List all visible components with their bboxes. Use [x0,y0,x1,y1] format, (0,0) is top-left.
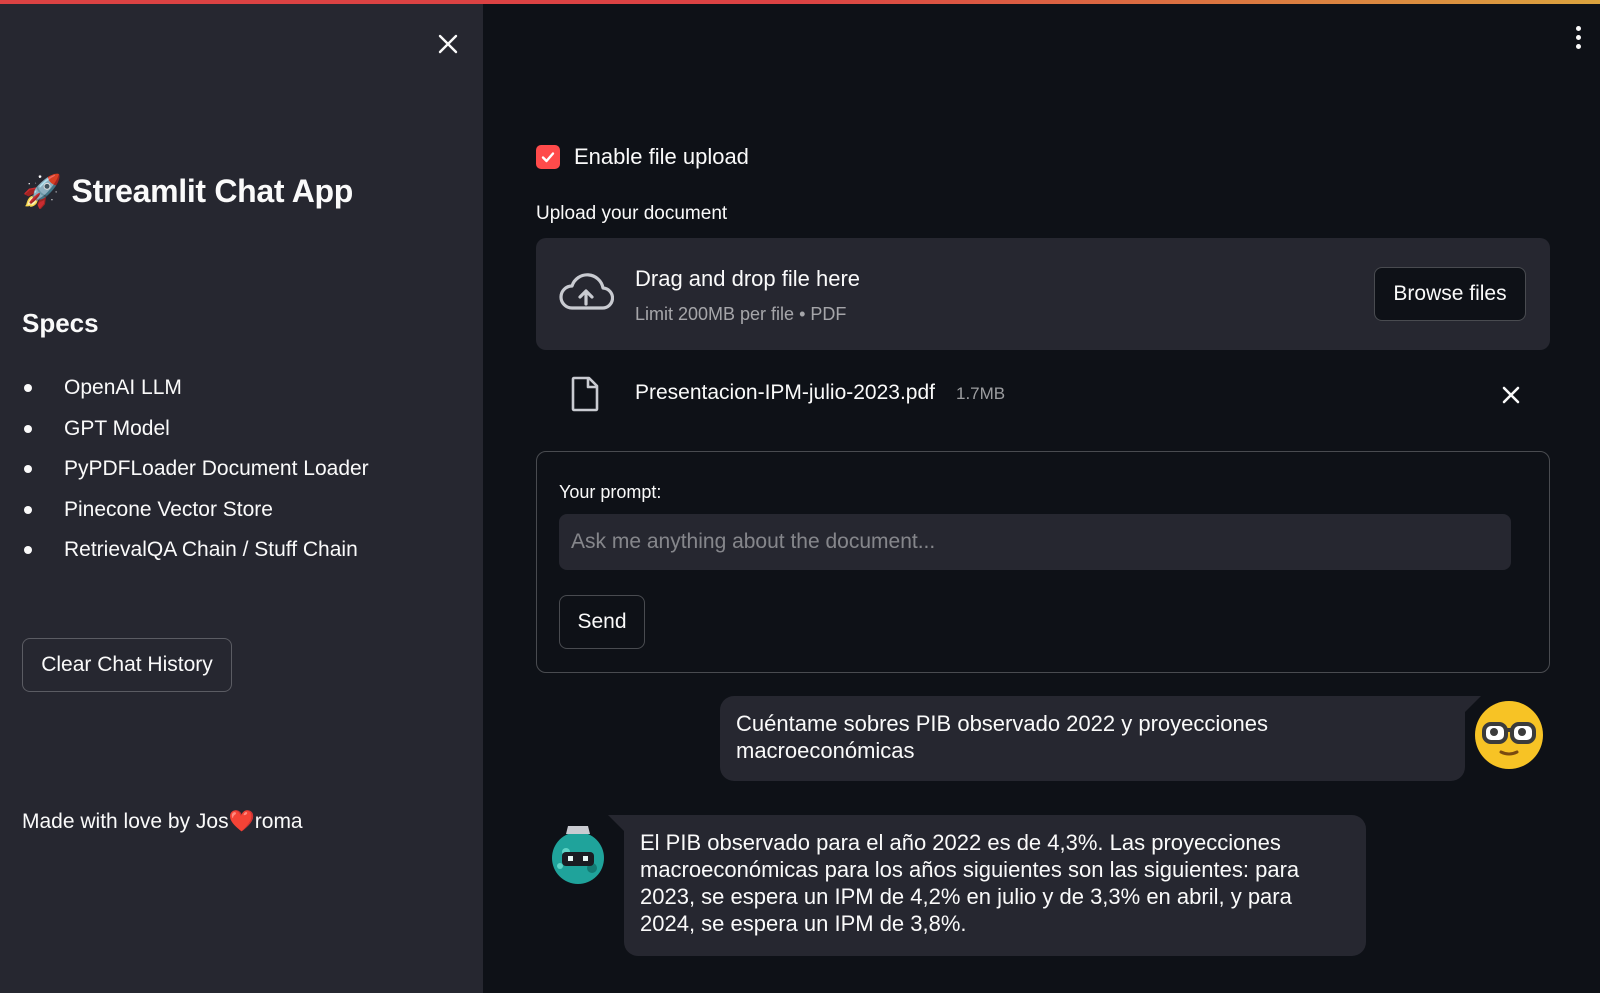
user-avatar-nerd-face-icon [1475,701,1543,769]
close-icon [1502,386,1520,404]
close-icon [438,34,458,54]
enable-file-upload-label: Enable file upload [574,144,749,169]
remove-file-button[interactable] [1496,380,1526,410]
dropzone-limit-text: Limit 200MB per file • PDF [635,304,847,324]
prompt-input[interactable] [559,514,1511,570]
bot-avatar-robot-icon [552,826,604,884]
dot-icon [1575,34,1581,40]
app-title: 🚀 Streamlit Chat App [22,172,353,210]
main-content: Enable file upload Upload your document … [536,0,1550,993]
bot-message-bubble: El PIB observado para el año 2022 es de … [608,815,1366,956]
uploaded-file-row: Presentacion-IPM-julio-2023.pdf 1.7MB [536,364,1550,426]
user-message-bubble: Cuéntame sobres PIB observado 2022 y pro… [720,696,1481,781]
enable-file-upload-checkbox[interactable]: Enable file upload [536,144,749,170]
list-item: Pinecone Vector Store [22,490,369,531]
specs-heading: Specs [22,308,99,338]
bullet-icon [24,546,32,555]
cloud-upload-icon [559,273,614,310]
file-icon [571,376,599,412]
list-item: GPT Model [22,409,369,450]
main-menu-button[interactable] [1566,20,1590,54]
list-item: RetrievalQA Chain / Stuff Chain [22,530,369,571]
uploaded-file-name: Presentacion-IPM-julio-2023.pdf [635,381,935,404]
bullet-icon [24,465,32,474]
made-with-love-credit: Made with love by Jos ❤️ roma [22,810,303,833]
rocket-icon: 🚀 [22,173,62,209]
upload-label: Upload your document [536,203,728,224]
dropzone-title: Drag and drop file here [635,266,861,291]
specs-list: OpenAI LLM GPT Model PyPDFLoader Documen… [22,368,369,571]
browse-files-button[interactable]: Browse files [1374,267,1526,321]
dot-icon [1575,25,1581,31]
bullet-icon [24,505,32,514]
heart-icon: ❤️ [228,810,255,833]
clear-chat-history-button[interactable]: Clear Chat History [22,638,232,692]
app-title-text: Streamlit Chat App [71,172,354,209]
file-dropzone[interactable]: Drag and drop file here Limit 200MB per … [536,238,1550,350]
bullet-icon [24,424,32,433]
uploaded-file-size: 1.7MB [956,384,1006,403]
list-item: OpenAI LLM [22,368,369,409]
bullet-icon [24,384,32,393]
prompt-label: Your prompt: [559,482,662,502]
prompt-form: Your prompt: Send [536,451,1550,673]
sidebar: 🚀 Streamlit Chat App Specs OpenAI LLM GP… [0,4,483,993]
checkbox-checked-icon[interactable] [536,145,560,169]
send-button[interactable]: Send [559,595,645,649]
close-sidebar-button[interactable] [430,26,466,62]
list-item: PyPDFLoader Document Loader [22,449,369,490]
dot-icon [1575,43,1581,49]
